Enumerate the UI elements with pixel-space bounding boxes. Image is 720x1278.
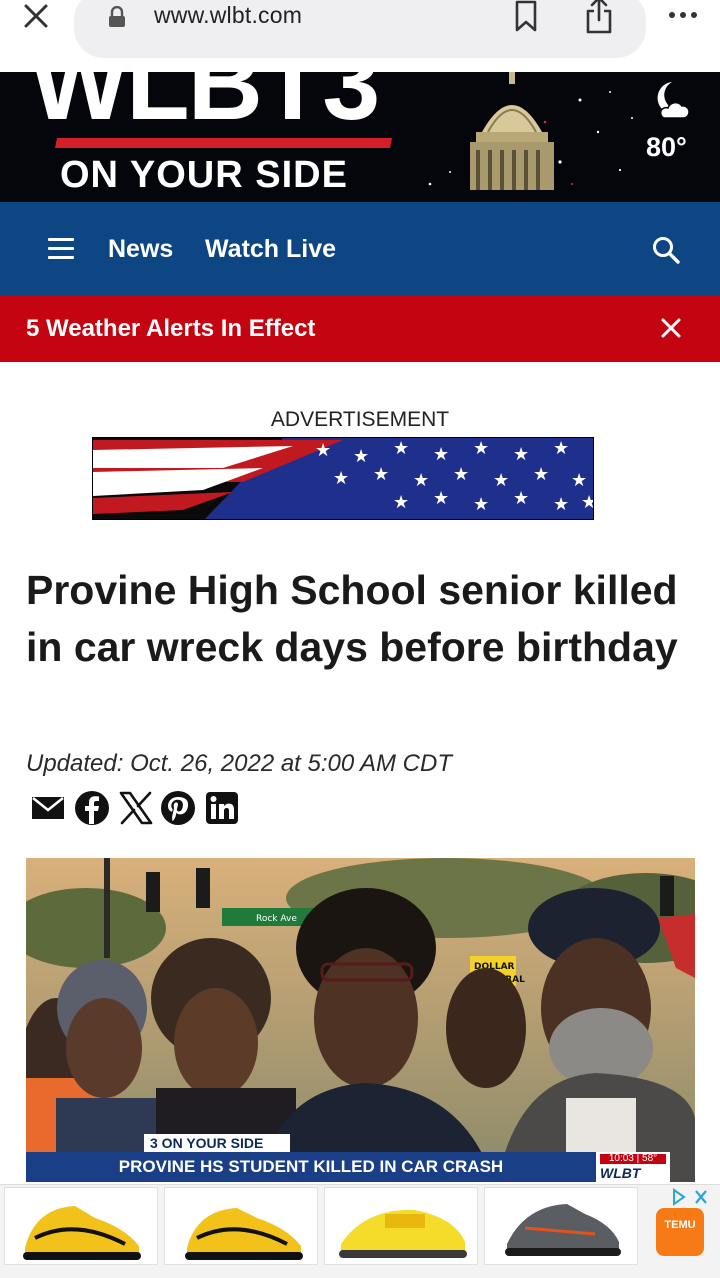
ad-product-card[interactable] (484, 1187, 638, 1265)
url-text[interactable]: www.wlbt.com (154, 2, 302, 29)
station-logo[interactable]: WLBT3 (30, 72, 380, 136)
lock-icon (109, 6, 125, 27)
svg-text:★: ★ (433, 488, 449, 509)
logo-stripe (54, 138, 393, 148)
browser-toolbar: www.wlbt.com (0, 0, 720, 72)
svg-text:★: ★ (473, 494, 489, 515)
x-icon[interactable] (118, 790, 154, 826)
site-header: WLBT3 ON YOUR SIDE 80° (0, 72, 720, 202)
ad-product-card[interactable] (4, 1187, 158, 1265)
weather-alert-banner[interactable]: 5 Weather Alerts In Effect (0, 296, 720, 362)
linkedin-icon[interactable] (204, 790, 240, 826)
street-sign-text: Rock Ave (256, 914, 297, 924)
pinterest-icon[interactable] (160, 790, 196, 826)
svg-text:★: ★ (433, 444, 449, 465)
svg-text:★: ★ (413, 470, 429, 491)
current-temperature[interactable]: 80° (646, 132, 687, 163)
moon-cloud-icon[interactable] (646, 78, 692, 124)
shoe-image (23, 1206, 141, 1260)
nav-item-watch-live[interactable]: Watch Live (205, 235, 336, 264)
close-icon[interactable] (22, 2, 50, 30)
ad-product-card[interactable] (324, 1187, 478, 1265)
lower-third-headline: PROVINE HS STUDENT KILLED IN CAR CRASH (26, 1152, 596, 1182)
nav-item-news[interactable]: News (108, 235, 173, 264)
broadcast-clock: 10:03 | 58° (600, 1154, 666, 1164)
shoe-image (185, 1208, 303, 1260)
email-icon[interactable] (30, 790, 66, 826)
svg-text:★: ★ (453, 464, 469, 485)
svg-text:★: ★ (473, 438, 489, 459)
svg-text:★: ★ (373, 464, 389, 485)
svg-text:★: ★ (315, 440, 331, 461)
advertisement-label: ADVERTISEMENT (270, 408, 450, 431)
bookmark-icon[interactable] (512, 0, 540, 32)
menu-icon[interactable] (48, 238, 74, 260)
svg-text:★: ★ (513, 444, 529, 465)
ad-product-card[interactable] (164, 1187, 318, 1265)
svg-text:★: ★ (393, 492, 409, 513)
svg-text:★: ★ (333, 468, 349, 489)
article-headline: Provine High School senior killed in car… (26, 567, 678, 670)
svg-text:★: ★ (571, 470, 587, 491)
flag-ad-image: ★★★★ ★★★ ★★★★ ★★★ ★★★ ★★★ (93, 438, 594, 519)
close-icon[interactable] (660, 317, 682, 339)
adchoices-icon[interactable] (672, 1188, 712, 1206)
more-options-icon[interactable] (668, 10, 698, 20)
lower-third-tag: 3 ON YOUR SIDE (144, 1134, 290, 1152)
advertisement-banner[interactable]: ★★★★ ★★★ ★★★★ ★★★ ★★★ ★★★ (92, 437, 594, 520)
svg-text:★: ★ (493, 470, 509, 491)
svg-text:★: ★ (393, 438, 409, 459)
capitol-dome-image (470, 72, 554, 190)
shoe-image (339, 1209, 467, 1258)
svg-text:★: ★ (553, 494, 569, 515)
bottom-ad-strip[interactable] (0, 1184, 720, 1278)
share-icon[interactable] (584, 0, 614, 34)
main-navigation: News Watch Live (0, 202, 720, 296)
temu-logo[interactable]: TEMU (656, 1208, 704, 1256)
svg-text:★: ★ (513, 488, 529, 509)
news-video-frame: Rock Ave DOLLAR GENERAL (26, 858, 695, 1182)
search-icon[interactable] (652, 236, 680, 264)
shoe-image (505, 1204, 621, 1256)
svg-text:★: ★ (581, 492, 594, 513)
svg-text:★: ★ (553, 438, 569, 459)
station-tagline: ON YOUR SIDE (60, 154, 348, 196)
svg-text:★: ★ (353, 446, 369, 467)
svg-text:★: ★ (533, 464, 549, 485)
weather-alert-text[interactable]: 5 Weather Alerts In Effect (26, 315, 315, 343)
facebook-icon[interactable] (74, 790, 110, 826)
station-bug-logo: WLBT (600, 1165, 641, 1181)
article-updated-time: Updated: Oct. 26, 2022 at 5:00 AM CDT (26, 750, 452, 777)
article-video-player[interactable]: Rock Ave DOLLAR GENERAL (26, 858, 695, 1182)
